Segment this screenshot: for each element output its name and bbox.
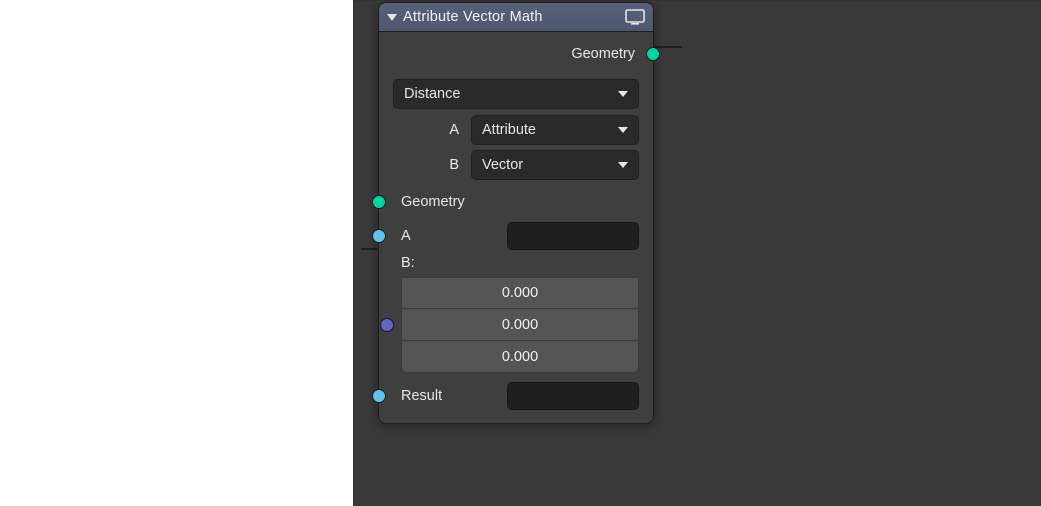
type-a-dropdown[interactable]: Attribute [471, 115, 639, 145]
vec-x-field[interactable]: 0.000 [401, 277, 639, 309]
output-geometry-row: Geometry [379, 37, 653, 71]
socket-b-in[interactable] [380, 318, 394, 332]
input-a-field[interactable] [507, 222, 639, 250]
socket-a-in[interactable] [372, 229, 386, 243]
input-b-label: B: [379, 253, 653, 275]
node-editor-canvas[interactable]: Attribute Vector Math Geometry Distance … [353, 0, 1041, 506]
output-geometry-label: Geometry [571, 46, 635, 62]
node-title: Attribute Vector Math [403, 9, 619, 25]
node-attribute-vector-math[interactable]: Attribute Vector Math Geometry Distance … [378, 2, 654, 424]
socket-geometry-out[interactable] [646, 47, 660, 61]
type-a-label: A [393, 122, 471, 138]
socket-result-in[interactable] [372, 389, 386, 403]
input-a-row: A [379, 219, 653, 253]
type-a-value: Attribute [482, 122, 536, 138]
input-a-label: A [401, 228, 491, 244]
blank-region [0, 0, 353, 506]
input-result-row: Result [379, 379, 653, 413]
socket-geometry-in[interactable] [372, 195, 386, 209]
display-icon[interactable] [625, 9, 645, 25]
type-b-value: Vector [482, 157, 523, 173]
type-b-label: B [393, 157, 471, 173]
node-header[interactable]: Attribute Vector Math [379, 3, 653, 32]
link-geometry-in[interactable] [361, 248, 377, 250]
chevron-down-icon [618, 127, 628, 133]
operation-dropdown[interactable]: Distance [393, 79, 639, 109]
operation-value: Distance [404, 86, 460, 102]
chevron-down-icon [618, 91, 628, 97]
input-result-field[interactable] [507, 382, 639, 410]
chevron-down-icon [618, 162, 628, 168]
type-b-dropdown[interactable]: Vector [471, 150, 639, 180]
input-geometry-label: Geometry [401, 194, 465, 210]
vec-z-field[interactable]: 0.000 [401, 341, 639, 373]
collapse-toggle-icon[interactable] [387, 14, 397, 21]
input-b-vector: 0.000 0.000 0.000 [401, 277, 639, 373]
vec-y-field[interactable]: 0.000 [401, 309, 639, 341]
input-geometry-row: Geometry [379, 185, 653, 219]
link-geometry-out[interactable] [654, 46, 682, 48]
input-result-label: Result [401, 388, 491, 404]
